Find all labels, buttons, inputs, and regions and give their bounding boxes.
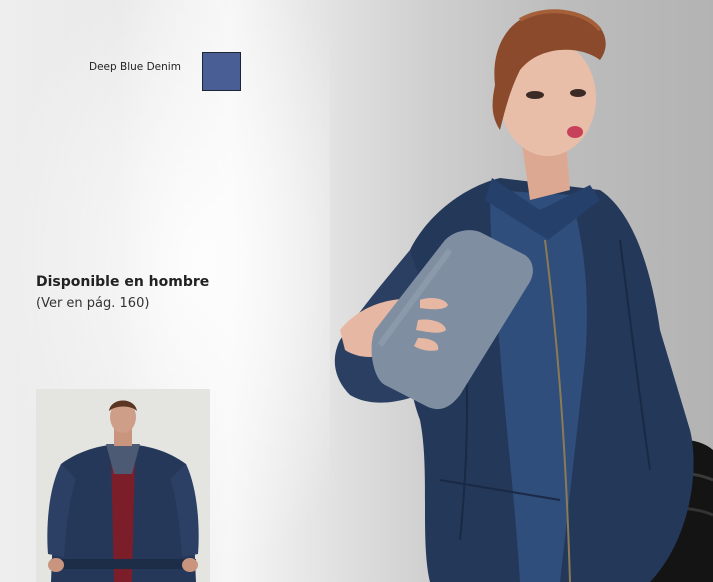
- male-model-image: [36, 389, 210, 582]
- color-swatch: [202, 52, 241, 91]
- availability-subtitle: (Ver en pág. 160): [36, 296, 150, 311]
- lips: [567, 126, 583, 138]
- mens-jacket-thumbnail[interactable]: [36, 389, 210, 582]
- swatch-label: Deep Blue Denim: [89, 61, 181, 73]
- availability-title: Disponible en hombre: [36, 274, 210, 290]
- catalog-page: Deep Blue Denim Disponible en hombre (Ve…: [0, 0, 713, 582]
